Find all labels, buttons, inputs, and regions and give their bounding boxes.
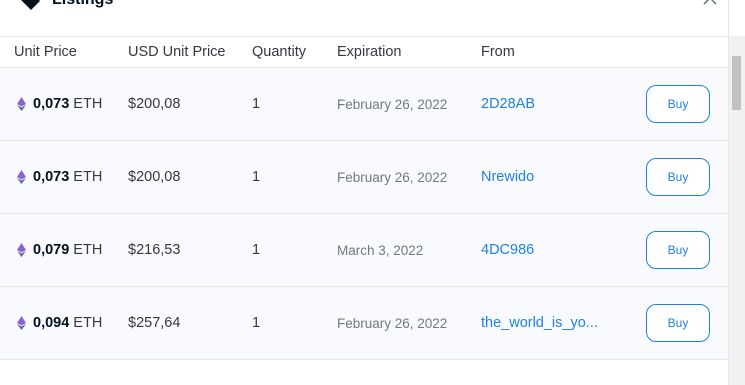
listings-panel: Listings Unit Price USD Unit Price Quant…	[0, 0, 729, 385]
quantity: 1	[252, 242, 261, 258]
col-from: From	[481, 44, 515, 60]
price-value: 0,079	[33, 242, 70, 258]
from-link[interactable]: the_world_is_yo...	[481, 315, 598, 331]
buy-button[interactable]: Buy	[646, 304, 710, 342]
from-link[interactable]: 2D28AB	[481, 96, 535, 112]
eth-icon	[17, 243, 26, 257]
from-cell: Nrewido	[481, 141, 534, 213]
unit-price-cell: 0,094 ETH	[17, 287, 102, 359]
eth-icon	[17, 97, 26, 111]
tag-icon	[21, 0, 40, 10]
table-row: 0,073 ETH $200,08 1 February 26, 2022 2D…	[0, 68, 728, 141]
expiration: March 3, 2022	[337, 242, 424, 258]
price-value: 0,073	[33, 169, 70, 185]
eth-icon	[17, 170, 26, 184]
listings-title: Listings	[52, 0, 113, 10]
usd-price: $200,08	[128, 169, 181, 185]
buy-button[interactable]: Buy	[646, 158, 710, 196]
price-currency: ETH	[73, 242, 103, 258]
table-row: 0,073 ETH $200,08 1 February 26, 2022 Nr…	[0, 141, 728, 214]
from-cell: 2D28AB	[481, 68, 535, 140]
price-value: 0,073	[33, 96, 70, 112]
from-cell: the_world_is_yo...	[481, 287, 598, 359]
expiration: February 26, 2022	[337, 315, 448, 331]
price-value: 0,094	[33, 315, 70, 331]
usd-price: $200,08	[128, 96, 181, 112]
eth-icon	[17, 316, 26, 330]
buy-button[interactable]: Buy	[646, 231, 710, 269]
col-quantity: Quantity	[252, 44, 306, 60]
unit-price-cell: 0,079 ETH	[17, 214, 102, 286]
price-currency: ETH	[73, 96, 103, 112]
usd-price: $216,53	[128, 242, 181, 258]
price-currency: ETH	[73, 169, 103, 185]
expiration: February 26, 2022	[337, 96, 448, 112]
price-currency: ETH	[73, 315, 103, 331]
scrollbar[interactable]	[729, 36, 745, 385]
from-link[interactable]: 4DC986	[481, 242, 534, 258]
from-link[interactable]: Nrewido	[481, 169, 534, 185]
buy-button[interactable]: Buy	[646, 85, 710, 123]
table-row: 0,094 ETH $257,64 1 February 26, 2022 th…	[0, 287, 728, 360]
table-header: Unit Price USD Unit Price Quantity Expir…	[0, 37, 728, 68]
chevron-up-icon[interactable]	[703, 0, 717, 6]
quantity: 1	[252, 169, 261, 185]
usd-price: $257,64	[128, 315, 181, 331]
unit-price-cell: 0,073 ETH	[17, 141, 102, 213]
expiration: February 26, 2022	[337, 169, 448, 185]
scrollbar-thumb[interactable]	[732, 56, 741, 110]
from-cell: 4DC986	[481, 214, 534, 286]
col-unit-price: Unit Price	[14, 44, 77, 60]
col-expiration: Expiration	[337, 44, 402, 60]
unit-price-cell: 0,073 ETH	[17, 68, 102, 140]
col-usd-unit-price: USD Unit Price	[128, 44, 226, 60]
quantity: 1	[252, 96, 261, 112]
listings-header[interactable]: Listings	[0, 0, 728, 37]
quantity: 1	[252, 315, 261, 331]
table-row: 0,079 ETH $216,53 1 March 3, 2022 4DC986…	[0, 214, 728, 287]
